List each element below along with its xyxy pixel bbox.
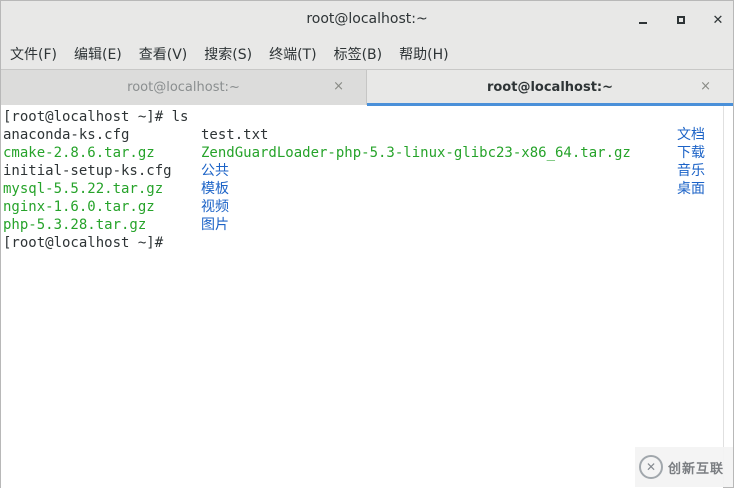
file-test-txt: test.txt [201,127,269,143]
file-mysql: mysql-5.5.22.tar.gz [3,181,164,197]
file-zendguardloader: ZendGuardLoader-php-5.3-linux-glibc23-x8… [201,145,631,161]
maximize-icon [677,16,685,24]
watermark: ✕ 创新互联 [635,447,733,487]
close-button[interactable]: ✕ [707,9,729,31]
menu-edit[interactable]: 编辑(E) [70,42,126,66]
menu-tabs[interactable]: 标签(B) [330,42,387,66]
dir-desktop: 桌面 [677,181,705,197]
file-php: php-5.3.28.tar.gz [3,217,147,233]
dir-public: 公共 [201,163,229,179]
window-title: root@localhost:~ [306,11,428,27]
menu-terminal[interactable]: 终端(T) [265,42,320,66]
file-anaconda-ks-cfg: anaconda-ks.cfg [3,127,130,143]
final-prompt-line: [root@localhost ~]# [3,234,172,252]
file-nginx: nginx-1.6.0.tar.gz [3,199,155,215]
title-bar[interactable]: root@localhost:~ ✕ [1,1,733,39]
tab-bar: root@localhost:~ × root@localhost:~ × [1,69,733,106]
file-cmake: cmake-2.8.6.tar.gz [3,145,155,161]
dir-documents: 文档 [677,127,705,143]
terminal-window: root@localhost:~ ✕ 文件(F) 编辑(E) 查看(V) 搜索(… [0,0,734,488]
minimize-icon [639,22,647,24]
menu-bar: 文件(F) 编辑(E) 查看(V) 搜索(S) 终端(T) 标签(B) 帮助(H… [1,39,733,69]
menu-view[interactable]: 查看(V) [135,42,192,66]
dir-videos: 视频 [201,199,229,215]
tab-1[interactable]: root@localhost:~ × [1,70,367,105]
menu-help[interactable]: 帮助(H) [395,42,452,66]
final-prompt: [root@localhost ~]# [3,235,172,251]
terminal-scrollbar[interactable] [723,106,733,487]
dir-pictures: 图片 [201,217,229,233]
minimize-button[interactable] [632,9,654,31]
prompt-line: [root@localhost ~]# ls [3,109,189,125]
maximize-button[interactable] [670,9,692,31]
tab-1-close-icon[interactable]: × [333,79,344,94]
tab-2-close-icon[interactable]: × [700,79,711,94]
dir-music: 音乐 [677,163,705,179]
tab-1-label: root@localhost:~ [127,80,240,95]
watermark-text: 创新互联 [668,461,725,477]
file-initial-setup-ks-cfg: initial-setup-ks.cfg [3,163,172,179]
close-icon: ✕ [712,12,724,28]
dir-templates: 模板 [201,181,229,197]
dir-downloads: 下载 [677,145,705,161]
watermark-logo-icon: ✕ [639,455,663,479]
terminal-output[interactable]: [root@localhost ~]# ls anaconda-ks.cfg t… [1,106,723,488]
tab-2[interactable]: root@localhost:~ × [367,70,733,106]
menu-file[interactable]: 文件(F) [6,42,61,66]
menu-search[interactable]: 搜索(S) [200,42,256,66]
tab-2-label: root@localhost:~ [486,80,614,95]
